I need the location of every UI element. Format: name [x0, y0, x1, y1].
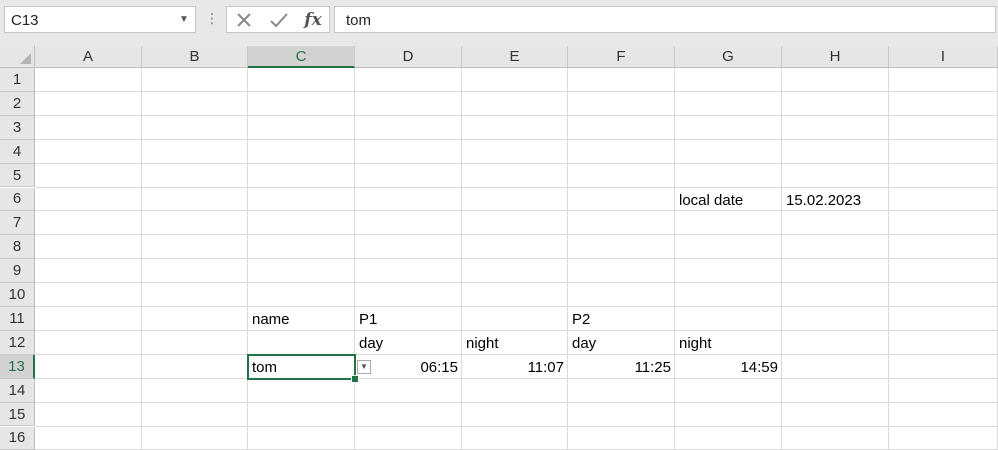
name-box[interactable]: C13 ▼: [4, 6, 196, 33]
row-gridline: [35, 401, 998, 403]
name-box-value[interactable]: C13: [11, 12, 39, 29]
formula-buttons: fx: [226, 6, 330, 33]
row-gridline: [35, 282, 998, 284]
cell-f11[interactable]: P2: [568, 308, 675, 331]
close-icon[interactable]: [230, 8, 258, 32]
formula-value[interactable]: tom: [346, 12, 371, 29]
row-gridline: [35, 162, 998, 164]
cell-e12[interactable]: night: [462, 332, 568, 355]
fill-handle[interactable]: [351, 374, 359, 383]
chevron-down-icon[interactable]: ▼: [175, 9, 193, 30]
row-header-2[interactable]: 2: [0, 91, 35, 116]
select-all-button[interactable]: [0, 46, 35, 68]
select-all-triangle-icon: [20, 53, 31, 64]
cell-f13[interactable]: 11:25: [568, 356, 675, 379]
column-header-i[interactable]: I: [889, 46, 998, 68]
row-gridline: [35, 114, 998, 116]
worksheet-grid: ABCDEFGHI 1 2 3 4 5 6 7 8 9 10 11 12 13 14 15 16 local …: [0, 46, 998, 450]
cell-h6[interactable]: 15.02.2023: [782, 189, 889, 212]
row-header-10[interactable]: 10: [0, 283, 35, 307]
function-label: fx: [304, 10, 322, 30]
row-header-12[interactable]: 12: [0, 330, 35, 355]
cell-c13[interactable]: tom: [248, 356, 355, 379]
row-header-9[interactable]: 9: [0, 259, 35, 284]
row-header-7[interactable]: 7: [0, 211, 35, 236]
vertical-dots-icon[interactable]: ⋮: [205, 10, 219, 26]
column-header-a[interactable]: A: [35, 46, 142, 68]
column-header-h[interactable]: H: [782, 46, 889, 68]
row-header-5[interactable]: 5: [0, 163, 35, 188]
row-header-11[interactable]: 11: [0, 307, 35, 331]
insert-function-button[interactable]: fx: [299, 8, 327, 32]
row-header-3[interactable]: 3: [0, 115, 35, 140]
formula-bar: C13 ▼ ⋮ fx tom: [0, 0, 998, 46]
row-gridline: [35, 90, 998, 92]
row-header-4[interactable]: 4: [0, 139, 35, 164]
cell-c11[interactable]: name: [248, 308, 355, 331]
cell-g6[interactable]: local date: [675, 189, 782, 212]
column-header-e[interactable]: E: [462, 46, 568, 68]
checkmark-icon[interactable]: [265, 8, 293, 32]
row-header-16[interactable]: 16: [0, 426, 35, 450]
row-header-15[interactable]: 15: [0, 402, 35, 427]
cell-d12[interactable]: day: [355, 332, 462, 355]
dropdown-arrow-icon[interactable]: ▼: [357, 359, 371, 374]
cell-g13[interactable]: 14:59: [675, 356, 782, 379]
column-header-b[interactable]: B: [142, 46, 248, 68]
row-gridline: [35, 258, 998, 260]
row-header-14[interactable]: 14: [0, 378, 35, 403]
row-gridline: [35, 234, 998, 236]
cell-g12[interactable]: night: [675, 332, 782, 355]
row-gridline: [35, 306, 998, 307]
formula-input[interactable]: tom: [334, 6, 996, 33]
column-header-c[interactable]: C: [248, 46, 355, 68]
row-gridline: [35, 138, 998, 140]
row-header-13[interactable]: 13: [0, 354, 35, 379]
row-header-6[interactable]: 6: [0, 187, 35, 212]
column-header-d[interactable]: D: [355, 46, 462, 68]
row-header-1[interactable]: 1: [0, 68, 35, 92]
row-header-8[interactable]: 8: [0, 235, 35, 260]
cell-e13[interactable]: 11:07: [462, 356, 568, 379]
column-header-g[interactable]: G: [675, 46, 782, 68]
spreadsheet-window: C13 ▼ ⋮ fx tom A B C D E F G H I 1 2 3 4…: [0, 0, 998, 450]
row-gridline: [35, 186, 998, 188]
cell-d11[interactable]: P1: [355, 308, 462, 331]
cell-d13[interactable]: 06:15: [355, 356, 462, 379]
cell-f12[interactable]: day: [568, 332, 675, 355]
row-gridline: [35, 329, 998, 331]
row-gridline: [35, 425, 998, 427]
column-header-f[interactable]: F: [568, 46, 675, 68]
